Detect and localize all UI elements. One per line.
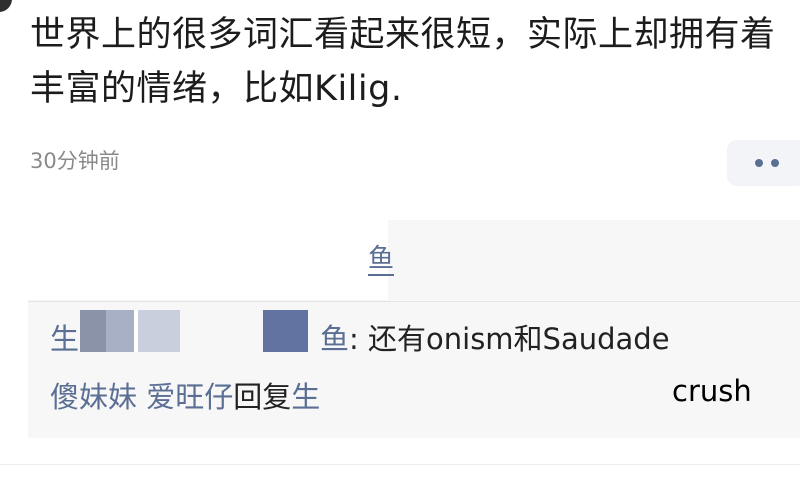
reply-label: 回复 xyxy=(233,380,292,414)
comment-item: 傻妹妹 爱旺仔回复生 xyxy=(50,374,320,416)
pixelated-name-mosaic xyxy=(80,310,180,352)
comment-item: 生 xyxy=(50,316,79,358)
divider xyxy=(0,464,800,465)
comment-author-link-tail[interactable]: 鱼 xyxy=(320,322,349,356)
reply-target-link[interactable]: 生 xyxy=(291,380,320,414)
comment-author-link[interactable]: 傻妹妹 爱旺仔 xyxy=(50,380,233,414)
comment-item-body: 鱼: 还有onism和Saudade xyxy=(320,316,670,358)
divider xyxy=(28,301,800,302)
pixelated-name-mosaic xyxy=(263,310,308,352)
comment-text: 还有onism和Saudade xyxy=(368,322,670,356)
more-dot-icon xyxy=(755,159,763,167)
more-options-button[interactable] xyxy=(727,140,800,186)
post-text: 世界上的很多词汇看起来很短，实际上却拥有着丰富的情绪，比如Kilig. xyxy=(30,15,776,109)
avatar[interactable] xyxy=(0,0,12,12)
comment-author-link[interactable]: 生 xyxy=(50,322,79,356)
blurred-region xyxy=(28,220,388,300)
more-dot-icon xyxy=(771,159,779,167)
blurred-region xyxy=(388,370,658,416)
comment-text: crush xyxy=(672,374,752,408)
post-timestamp: 30分钟前 xyxy=(30,149,120,173)
comment-separator: : xyxy=(349,322,369,356)
like-user-link[interactable]: 鱼 xyxy=(368,244,395,276)
